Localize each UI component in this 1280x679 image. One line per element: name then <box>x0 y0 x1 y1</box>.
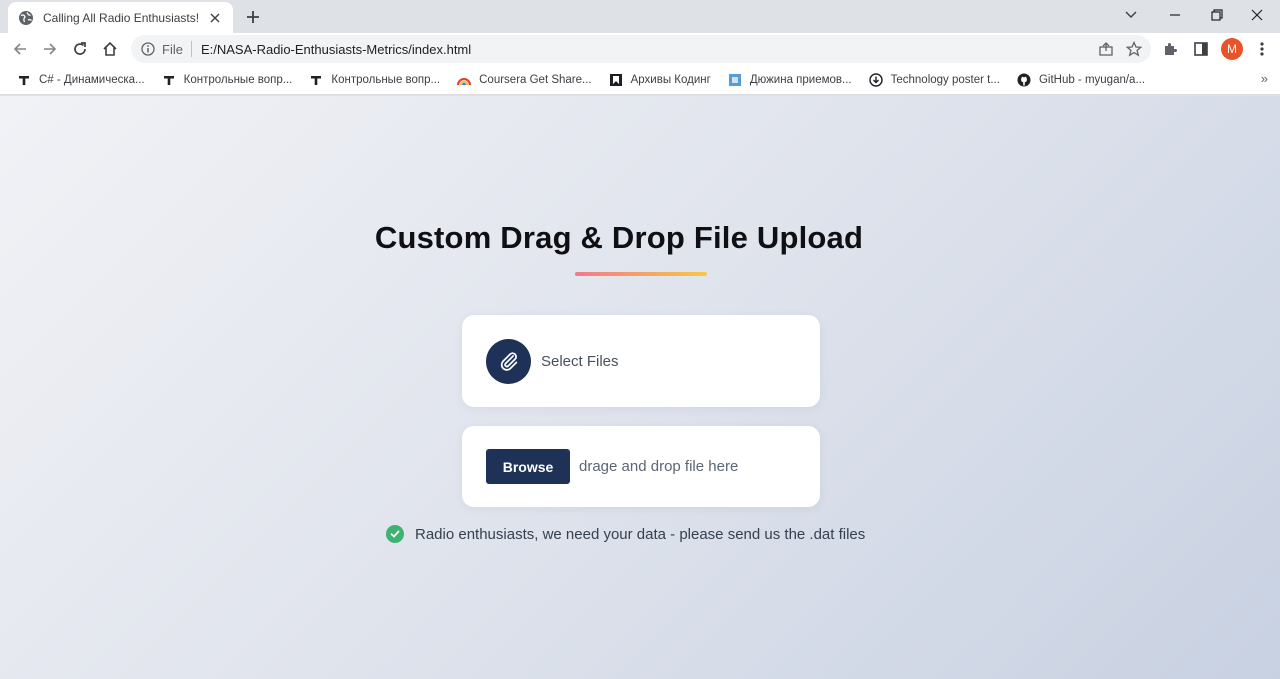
page-title: Custom Drag & Drop File Upload <box>374 220 864 255</box>
info-icon[interactable] <box>141 42 155 56</box>
download-circle-icon <box>868 72 884 88</box>
tab-strip: Calling All Radio Enthusiasts! <box>0 0 1280 33</box>
menu-kebab-icon[interactable] <box>1250 37 1274 61</box>
check-circle-icon <box>386 525 404 543</box>
bookmark-label: Technology poster t... <box>890 73 1000 86</box>
profile-avatar[interactable]: M <box>1221 38 1243 60</box>
tab-title: Calling All Radio Enthusiasts! <box>43 10 200 25</box>
drop-hint: drage and drop file here <box>579 458 739 475</box>
book-icon <box>608 72 624 88</box>
bookmark-item[interactable]: Coursera Get Share... <box>448 68 600 92</box>
status-notice: Radio enthusiasts, we need your data - p… <box>386 525 865 543</box>
bookmark-item[interactable]: Дюжина приемов... <box>719 68 860 92</box>
tab-search-icon[interactable] <box>1108 0 1154 30</box>
bookmarks-overflow-button[interactable]: » <box>1261 71 1268 86</box>
back-arrow-icon[interactable] <box>8 37 32 61</box>
notice-text: Radio enthusiasts, we need your data - p… <box>415 525 866 543</box>
reload-icon[interactable] <box>68 37 92 61</box>
select-files-card[interactable]: Select Files <box>462 315 820 407</box>
url-scheme: File <box>162 41 183 57</box>
address-separator <box>190 41 192 57</box>
drop-zone[interactable]: Browse drage and drop file here <box>462 426 820 507</box>
page-content: Custom Drag & Drop File Upload Select Fi… <box>0 96 1280 679</box>
url-text[interactable]: E:/NASA-Radio-Enthusiasts-Metrics/index.… <box>201 42 1095 57</box>
close-tab-icon[interactable] <box>207 10 223 26</box>
bookmark-label: C# - Динамическа... <box>39 73 145 86</box>
share-icon[interactable] <box>1095 38 1117 60</box>
address-bar[interactable]: File E:/NASA-Radio-Enthusiasts-Metrics/i… <box>131 35 1151 63</box>
github-icon <box>1016 72 1032 88</box>
bookmark-label: GitHub - myugan/a... <box>1038 73 1146 86</box>
paperclip-icon[interactable] <box>486 338 531 384</box>
bookmark-label: Контрольные вопр... <box>183 73 293 86</box>
t-letter-icon <box>161 72 177 88</box>
bookmark-item[interactable]: Technology poster t... <box>860 68 1008 92</box>
rainbow-icon <box>456 72 472 88</box>
title-underline <box>575 272 707 276</box>
t-letter-icon <box>16 72 32 88</box>
browser-tab[interactable]: Calling All Radio Enthusiasts! <box>8 2 233 33</box>
bookmark-item[interactable]: Контрольные вопр... <box>153 68 301 92</box>
bookmark-item[interactable]: GitHub - myugan/a... <box>1008 68 1153 92</box>
extensions-icon[interactable] <box>1158 37 1182 61</box>
browse-button[interactable]: Browse <box>486 449 570 484</box>
t-letter-icon <box>308 72 324 88</box>
side-panel-icon[interactable] <box>1189 37 1213 61</box>
blue-square-icon <box>727 72 743 88</box>
close-window-icon[interactable] <box>1234 0 1280 30</box>
bookmark-star-icon[interactable] <box>1123 38 1145 60</box>
bookmark-item[interactable]: C# - Динамическа... <box>8 68 153 92</box>
bookmark-label: Дюжина приемов... <box>749 73 852 86</box>
minimize-icon[interactable] <box>1152 0 1198 30</box>
bookmark-item[interactable]: Архивы Кодинг <box>600 68 719 92</box>
select-files-label[interactable]: Select Files <box>541 353 619 370</box>
bookmark-label: Архивы Кодинг <box>630 73 711 86</box>
globe-icon <box>18 10 34 26</box>
new-tab-button[interactable] <box>242 6 264 28</box>
bookmark-label: Контрольные вопр... <box>331 73 441 86</box>
forward-arrow-icon[interactable] <box>38 37 62 61</box>
bookmark-label: Coursera Get Share... <box>479 73 592 86</box>
bookmark-item[interactable]: Контрольные вопр... <box>300 68 448 92</box>
browser-toolbar: File E:/NASA-Radio-Enthusiasts-Metrics/i… <box>0 33 1280 65</box>
bookmarks-bar: C# - Динамическа... Контрольные вопр... … <box>0 65 1280 95</box>
home-icon[interactable] <box>98 37 122 61</box>
